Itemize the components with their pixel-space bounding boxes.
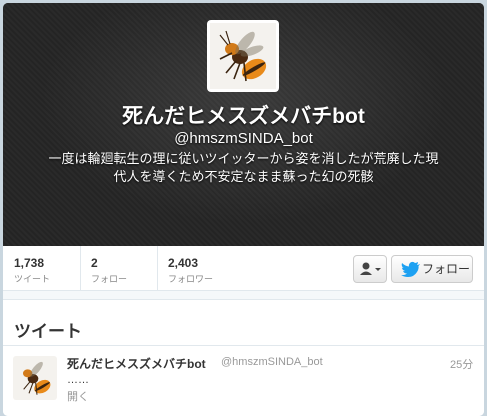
profile-bio: 一度は輪廻転生の理に従いツイッターから姿を消したが荒廃した現代人を導くため不安定…: [48, 151, 439, 184]
tweet-author-handle[interactable]: @hmszmSINDA_bot: [221, 356, 323, 368]
tweet-avatar[interactable]: [13, 356, 57, 400]
follow-button[interactable]: フォロー: [391, 255, 473, 283]
tweet-author-name[interactable]: 死んだヒメスズメバチbot: [67, 355, 206, 372]
profile-card: 死んだヒメスズメバチbot @hmszmSINDA_bot 一度は輪廻転生の理に…: [3, 3, 484, 416]
timeline-divider: [3, 345, 484, 346]
stat-followers-value: 2,403: [168, 256, 199, 270]
stat-tweets-value: 1,738: [14, 256, 45, 270]
stat-following-label: フォロー: [91, 274, 128, 284]
stat-tweets-label: ツイート: [14, 274, 51, 284]
tweet-timestamp[interactable]: 25分: [450, 356, 473, 372]
stat-followers[interactable]: 2,403 フォロワー: [168, 256, 213, 285]
user-dropdown-icon: [360, 262, 381, 275]
stat-tweets[interactable]: 1,738 ツイート: [14, 256, 50, 285]
stat-divider: [157, 246, 158, 290]
tweet-timeline: ツイート 死んだヒメスズメバチbot @hmszmSINDA_bot 25分 ……: [3, 299, 484, 416]
stat-following-value: 2: [91, 256, 98, 270]
hornet-avatar-icon: [13, 356, 57, 400]
twitter-bird-icon: [401, 261, 420, 277]
profile-handle: @hmszmSINDA_bot: [174, 130, 313, 147]
profile-name: 死んだヒメスズメバチbot: [122, 105, 365, 128]
tweet-text: ……: [67, 374, 89, 386]
stat-divider: [80, 246, 81, 290]
follow-button-label: フォロー: [422, 262, 471, 276]
profile-stats: 1,738 ツイート 2 フォロー 2,403 フォロワー フォロー: [3, 246, 484, 291]
stat-followers-label: フォロワー: [168, 274, 214, 284]
profile-header: 死んだヒメスズメバチbot @hmszmSINDA_bot 一度は輪廻転生の理に…: [3, 3, 484, 246]
stat-following[interactable]: 2 フォロー: [91, 256, 127, 285]
timeline-title: ツイート: [14, 322, 82, 341]
hornet-avatar-icon: [210, 23, 276, 89]
profile-avatar[interactable]: [207, 20, 279, 92]
user-actions-button[interactable]: [353, 255, 387, 283]
tweet-open-link[interactable]: 開く: [67, 388, 89, 404]
